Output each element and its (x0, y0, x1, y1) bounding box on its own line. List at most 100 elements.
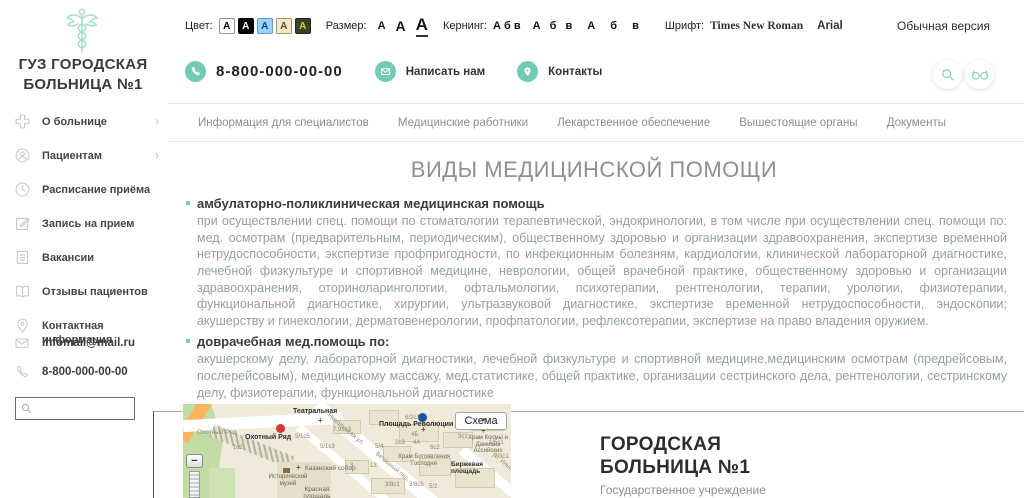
service-section-ambulatory: амбулаторно-поликлиническая медицинская … (185, 196, 1007, 329)
color-label: Цвет: (185, 20, 213, 32)
site-title: ГУЗ ГОРОДСКАЯ БОЛЬНИЦА №1 (8, 55, 158, 96)
main-content: амбулаторно-поликлиническая медицинская … (185, 196, 1007, 406)
edit-icon (14, 215, 31, 232)
hospital-website-page: ГУЗ ГОРОДСКАЯ БОЛЬНИЦА №1 О больнице › П… (0, 0, 1024, 498)
document-list-icon (14, 249, 31, 266)
map-house-number: 7,9с13 (333, 427, 351, 433)
sidebar: ГУЗ ГОРОДСКАЯ БОЛЬНИЦА №1 О больнице › П… (0, 0, 165, 498)
map-house-number: 4Б (411, 432, 418, 438)
contacts-link[interactable]: Контакты (517, 61, 602, 82)
footer-org-subtitle: Государственное учреждение здравоохранен… (600, 483, 766, 498)
nav-item-documents[interactable]: Документы (887, 117, 946, 129)
map-house-number: 5/2 (429, 484, 437, 490)
font-arial-button[interactable]: Arial (817, 20, 843, 32)
map-label-khram-bogoyavleniya: Храм Богоявления Господня (395, 454, 453, 467)
map-label-krasnaya: Красная площадь (295, 486, 339, 498)
font-size-medium-button[interactable]: А (396, 18, 406, 34)
visually-impaired-button[interactable] (965, 60, 994, 89)
location-pin-icon (14, 317, 31, 334)
search-icon (21, 403, 32, 414)
font-label: Шрифт: (665, 20, 704, 32)
sidebar-contacts: infomail@mail.ru 8-800-000-00-00 (14, 335, 159, 393)
phone-link[interactable]: 8-800-000-00-00 (185, 61, 343, 82)
caduceus-logo-icon (50, 6, 114, 54)
nav-item-medical-workers[interactable]: Медицинские работники (398, 117, 528, 129)
church-cross-icon: + (296, 463, 301, 472)
sidebar-item-appointment[interactable]: Запись на прием (14, 215, 159, 232)
kerning-normal-button[interactable]: А б в (493, 20, 521, 32)
sidebar-item-patients[interactable]: Пациентам › (14, 147, 159, 164)
sidebar-item-vacancies[interactable]: Вакансии (14, 249, 159, 266)
map-label-kazansky: Казанский собор (305, 465, 356, 472)
glasses-icon (971, 68, 989, 82)
map-house-number: 5/1с3 (320, 444, 335, 450)
search-button[interactable] (933, 60, 962, 89)
size-label: Размер: (326, 20, 367, 32)
write-us-link[interactable]: Написать нам (375, 61, 485, 82)
map-park (209, 468, 235, 498)
color-swatch-black[interactable]: А (238, 18, 254, 34)
section-title: амбулаторно-поликлиническая медицинская … (197, 196, 1007, 211)
font-times-button[interactable]: Times New Roman (710, 20, 803, 32)
section-body: при осуществлении спец. помощи по стомат… (197, 213, 1007, 329)
main-nav: Информация для специалистов Медицинские … (168, 103, 1024, 142)
footer-org-name: ГОРОДСКАЯ БОЛЬНИЦА №1 (600, 434, 750, 480)
font-size-small-button[interactable]: А (378, 20, 386, 32)
map-house-number: 3/8с5 (409, 482, 424, 488)
sidebar-menu: О больнице › Пациентам › Расписание приё… (14, 113, 159, 365)
sidebar-search-box[interactable] (15, 397, 135, 420)
sidebar-email[interactable]: infomail@mail.ru (14, 335, 159, 351)
map-house-number: 1/5с1 (489, 440, 504, 446)
map-house-number: 3с1 (458, 434, 468, 440)
map-label-birzhevaya: Биржевая площадь (451, 461, 493, 475)
service-section-prehospital: доврачебная мед.помощь по: акушерскому д… (185, 334, 1007, 401)
map-house-number: 5/4 (375, 444, 383, 450)
section-body: акушерскому делу, лабораторной диагности… (197, 351, 1007, 401)
sidebar-item-schedule[interactable]: Расписание приёма (14, 181, 159, 198)
kerning-wide-button[interactable]: А б в (587, 20, 645, 32)
clock-icon (14, 181, 31, 198)
color-swatch-blue[interactable]: А (257, 18, 273, 34)
nav-item-higher-authorities[interactable]: Вышестоящие органы (739, 117, 857, 129)
map-house-number: 2с3 (395, 440, 405, 446)
color-swatch-beige[interactable]: А (276, 18, 292, 34)
sidebar-search-input[interactable] (36, 403, 126, 415)
nav-item-drug-provision[interactable]: Лекарственное обеспечение (557, 117, 710, 129)
contact-bar: 8-800-000-00-00 Написать нам Контакты (185, 61, 634, 82)
envelope-icon (14, 335, 30, 351)
envelope-icon (375, 61, 396, 82)
chevron-right-icon: › (155, 147, 159, 162)
map-house-number: 13 (370, 463, 377, 469)
map-zoom-out-button[interactable]: − (186, 454, 203, 468)
map-layer-select[interactable]: Схема ▼ (455, 412, 507, 430)
color-swatch-dark[interactable]: А (295, 18, 311, 34)
church-cross-icon: + (318, 416, 323, 425)
phone-icon (185, 61, 206, 82)
museum-icon (283, 468, 290, 473)
church-cross-icon: + (421, 425, 426, 434)
accessibility-toolbar: Цвет: А А А А А Размер: А А А Кернинг: А… (185, 16, 843, 36)
map-house-number: 7/3с1 (494, 454, 509, 460)
map-house-number: 5/1с5 (295, 434, 310, 440)
phone-icon (14, 364, 30, 380)
map-house-number: 6/2с1 (405, 415, 420, 421)
dropdown-arrow-icon: ▼ (480, 418, 486, 424)
map-label-okhotny-street: Охотный Ряд (197, 429, 237, 436)
patient-icon (14, 147, 31, 164)
map-house-number: 4А (413, 440, 420, 446)
sidebar-phone[interactable]: 8-800-000-00-00 (14, 364, 159, 380)
font-size-large-button[interactable]: А (416, 15, 428, 37)
search-icon (941, 68, 955, 82)
sidebar-item-about[interactable]: О больнице › (14, 113, 159, 130)
map-house-number: 6с2 (430, 445, 440, 451)
sidebar-item-reviews[interactable]: Отзывы пациентов (14, 283, 159, 300)
map-label-okhotny-metro: Охотный Ряд (245, 434, 291, 441)
color-swatch-white[interactable]: А (219, 18, 235, 34)
location-map[interactable]: Театральная Площадь Революции Охотный Ря… (183, 404, 511, 498)
nav-item-specialists[interactable]: Информация для специалистов (198, 117, 369, 129)
normal-version-link[interactable]: Обычная версия (897, 19, 990, 33)
section-title: доврачебная мед.помощь по: (197, 334, 1007, 349)
kerning-medium-button[interactable]: А б в (533, 20, 576, 32)
location-pin-icon (517, 61, 538, 82)
map-zoom-slider[interactable] (189, 471, 200, 498)
